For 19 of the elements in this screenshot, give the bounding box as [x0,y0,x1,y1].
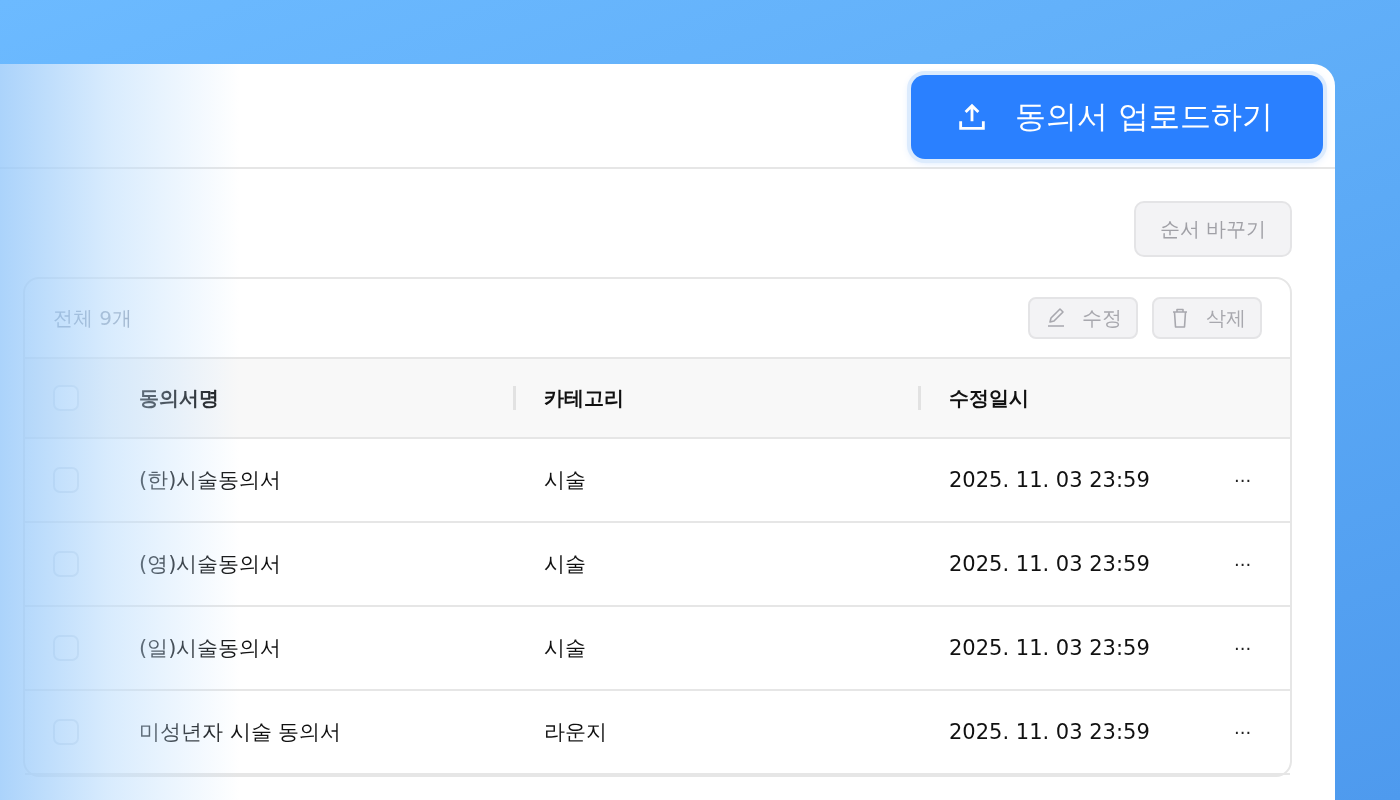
more-button[interactable]: ··· [1230,721,1256,743]
more-button[interactable]: ··· [1230,469,1256,491]
table-cell-text: (한)시술동의서 [139,467,282,494]
table-cell: 2025. 11. 03 23:59 [949,720,1150,744]
column-header: 동의서명 [139,384,219,412]
column-header: 수정일시 [949,384,1029,412]
table-cell-text: (영)시술동의서 [139,551,282,578]
table-cell-text: 라운지 [544,719,607,746]
table-cell: 2025. 11. 03 23:59 [949,468,1150,492]
more-button[interactable]: ··· [1230,637,1256,659]
table-cell-text: (일)시술동의서 [139,635,282,662]
table-cell-text: 시술 [544,635,586,662]
table-cell: 2025. 11. 03 23:59 [949,552,1150,576]
table-cell: 2025. 11. 03 23:59 [949,636,1150,660]
table-cell-text: 시술 [544,467,586,494]
more-button[interactable]: ··· [1230,553,1256,575]
table-cell-text: 미성년자 시술 동의서 [139,719,342,746]
column-header: 카테고리 [544,384,624,412]
table-cell-text: 시술 [544,551,586,578]
